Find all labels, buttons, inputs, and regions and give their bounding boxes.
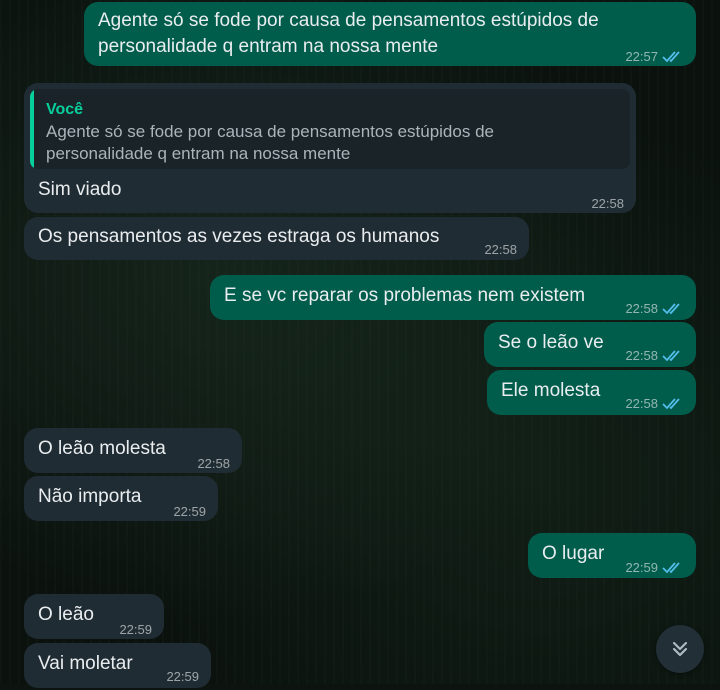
message-incoming[interactable]: Não importa 22:59 <box>24 476 218 521</box>
message-time: 22:57 <box>625 49 658 64</box>
double-check-icon <box>662 398 680 410</box>
message-meta: 22:58 <box>625 343 684 369</box>
message-time: 22:58 <box>625 396 658 411</box>
message-text: O leão <box>38 604 94 625</box>
scroll-to-bottom-button[interactable] <box>656 625 704 673</box>
message-time: 22:58 <box>484 242 517 257</box>
message-text: Se o leão ve <box>498 332 604 353</box>
message-meta: 22:59 <box>173 499 206 525</box>
message-incoming[interactable]: O leão molesta 22:58 <box>24 428 242 473</box>
message-meta: 22:59 <box>119 617 152 643</box>
message-text: Não importa <box>38 486 142 507</box>
message-meta: 22:58 <box>591 191 624 217</box>
message-text: O lugar <box>542 543 605 564</box>
message-outgoing[interactable]: Agente só se fode por causa de pensament… <box>84 2 696 66</box>
message-text: O leão molesta <box>38 438 166 459</box>
message-incoming[interactable]: Vai moletar 22:59 <box>24 643 211 688</box>
message-time: 22:59 <box>119 622 152 637</box>
message-meta: 22:59 <box>166 664 199 690</box>
quote-accent-bar <box>30 89 34 169</box>
double-chevron-down-icon <box>672 641 688 657</box>
message-text: Ele molesta <box>501 380 601 401</box>
message-text: Sim viado <box>38 179 122 200</box>
quoted-message[interactable]: Você Agente só se fode por causa de pens… <box>30 89 630 169</box>
message-time: 22:58 <box>625 348 658 363</box>
message-text: Agente só se fode por causa de pensament… <box>98 10 599 57</box>
double-check-icon <box>662 350 680 362</box>
message-time: 22:59 <box>625 560 658 575</box>
message-incoming[interactable]: Você Agente só se fode por causa de pens… <box>24 83 636 213</box>
message-time: 22:58 <box>197 456 230 471</box>
message-meta: 22:58 <box>625 296 684 322</box>
message-meta: 22:57 <box>625 44 684 70</box>
message-outgoing[interactable]: E se vc reparar os problemas nem existem… <box>210 275 696 320</box>
message-meta: 22:59 <box>625 555 684 581</box>
message-incoming[interactable]: Os pensamentos as vezes estraga os human… <box>24 217 529 260</box>
message-meta: 22:58 <box>484 237 517 263</box>
message-meta: 22:58 <box>625 391 684 417</box>
message-time: 22:59 <box>173 504 206 519</box>
message-outgoing[interactable]: Se o leão ve 22:58 <box>484 322 696 367</box>
message-outgoing[interactable]: O lugar 22:59 <box>528 533 696 578</box>
message-time: 22:59 <box>166 669 199 684</box>
quoted-text: Agente só se fode por causa de pensament… <box>46 122 494 163</box>
double-check-icon <box>662 51 680 63</box>
message-time: 22:58 <box>625 301 658 316</box>
message-text: E se vc reparar os problemas nem existem <box>224 285 586 306</box>
message-text: Vai moletar <box>38 653 133 674</box>
double-check-icon <box>662 303 680 315</box>
message-time: 22:58 <box>591 196 624 211</box>
quoted-author: Você <box>46 101 84 118</box>
message-text: Os pensamentos as vezes estraga os human… <box>38 226 440 247</box>
message-outgoing[interactable]: Ele molesta 22:58 <box>487 370 696 415</box>
message-meta: 22:58 <box>197 451 230 477</box>
double-check-icon <box>662 562 680 574</box>
message-incoming[interactable]: O leão 22:59 <box>24 594 164 639</box>
